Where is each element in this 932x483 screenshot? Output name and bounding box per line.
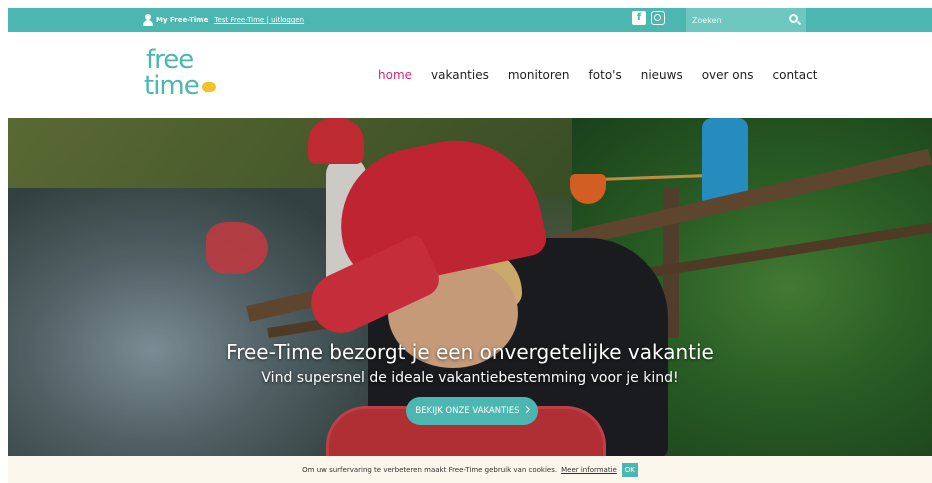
free-time-logo[interactable]: free time [144, 46, 224, 106]
more-info-link[interactable]: Meer informatie [561, 466, 617, 474]
speech-bubble-icon [202, 82, 216, 92]
nav-nieuws[interactable]: nieuws [641, 68, 683, 82]
main-nav: home vakanties monitoren foto's nieuws o… [378, 68, 836, 82]
nav-monitoren[interactable]: monitoren [508, 68, 570, 82]
cookie-ok-button[interactable]: OK [621, 462, 638, 477]
logo-line2: time [144, 71, 200, 101]
nav-over-ons[interactable]: over ons [702, 68, 754, 82]
site-header: free time home vakanties monitoren foto'… [8, 32, 932, 118]
chevron-right-icon [522, 405, 530, 414]
logout-link[interactable]: uitloggen [271, 16, 304, 24]
cookie-banner: Om uw surfervaring te verbeteren maakt F… [8, 456, 932, 483]
nav-home[interactable]: home [378, 68, 412, 82]
view-vacations-button[interactable]: BEKIJK ONZE VAKANTIES [406, 397, 538, 425]
instagram-icon[interactable] [651, 11, 665, 25]
hero-headline: Free-Time bezorgt je een onvergetelijke … [226, 340, 714, 364]
nav-fotos[interactable]: foto's [589, 68, 622, 82]
account-link[interactable]: Test Free-Time | uitloggen [214, 16, 304, 24]
facebook-icon[interactable]: f [632, 11, 646, 25]
account-separator: | [266, 16, 269, 24]
nav-vakanties[interactable]: vakanties [431, 68, 489, 82]
search-icon[interactable] [789, 14, 798, 23]
account-name[interactable]: Test Free-Time [214, 16, 264, 24]
cookie-message-row: Om uw surfervaring te verbeteren maakt F… [8, 456, 932, 483]
user-area: My Free-Time Test Free-Time | uitloggen [143, 8, 304, 32]
user-icon [143, 14, 153, 26]
nav-contact[interactable]: contact [773, 68, 818, 82]
my-free-time-label: My Free-Time [156, 16, 209, 24]
cookie-message: Om uw surfervaring te verbeteren maakt F… [302, 465, 558, 474]
hero-banner: Free-Time bezorgt je een onvergetelijke … [8, 118, 932, 456]
hero-subline: Vind supersnel de ideale vakantiebestemm… [261, 370, 679, 386]
cta-label: BEKIJK ONZE VAKANTIES [415, 406, 520, 416]
social-links: f [632, 11, 665, 25]
top-bar: My Free-Time Test Free-Time | uitloggen … [8, 8, 932, 32]
search-input[interactable] [692, 12, 782, 28]
search-box [686, 8, 806, 32]
logo-line1: free [146, 45, 194, 75]
